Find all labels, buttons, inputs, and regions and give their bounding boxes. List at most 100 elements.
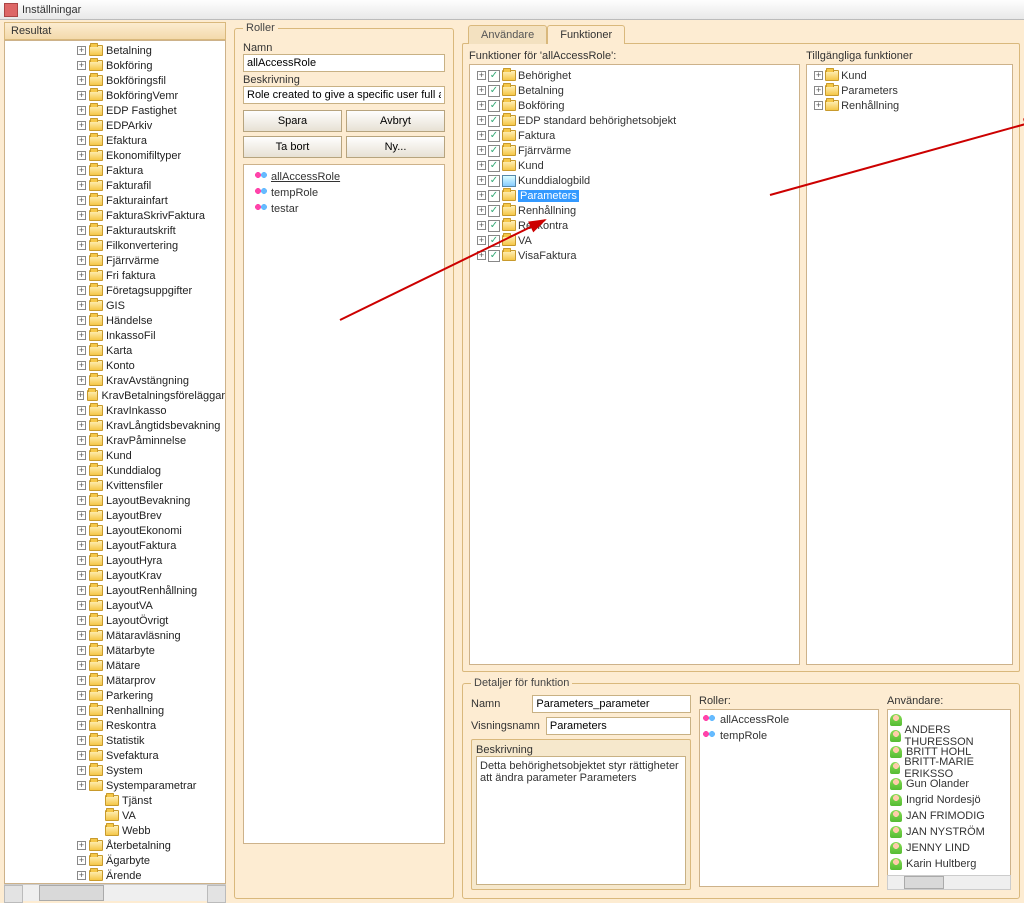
det-display-input[interactable] <box>546 717 691 735</box>
tree-row[interactable]: +Bokföringsfil <box>5 73 225 88</box>
expand-icon[interactable]: + <box>477 206 486 215</box>
tree-row[interactable]: +Fjärrvärme <box>5 253 225 268</box>
expand-icon[interactable]: + <box>77 196 86 205</box>
tree-row[interactable]: +Ekonomifiltyper <box>5 148 225 163</box>
tree-row[interactable]: +Händelse <box>5 313 225 328</box>
det-user-row[interactable]: Ingrid Nordesjö <box>890 792 1008 808</box>
checkbox-icon[interactable] <box>488 70 500 82</box>
expand-icon[interactable]: + <box>77 466 86 475</box>
tree-row[interactable]: +Betalning <box>5 43 225 58</box>
checkbox-icon[interactable] <box>488 175 500 187</box>
function-row[interactable]: +Reskontra <box>473 218 796 233</box>
expand-icon[interactable]: + <box>77 766 86 775</box>
resultat-tree[interactable]: +Betalning+Bokföring+Bokföringsfil+Bokfö… <box>4 40 226 884</box>
tree-row[interactable]: +Systemparametrar <box>5 778 225 793</box>
expand-icon[interactable]: + <box>77 391 84 400</box>
expand-icon[interactable]: + <box>477 236 486 245</box>
tree-row[interactable]: +LayoutFaktura <box>5 538 225 553</box>
expand-icon[interactable]: + <box>77 151 86 160</box>
function-row[interactable]: +Renhållning <box>473 203 796 218</box>
tree-row[interactable]: +KravLångtidsbevakning <box>5 418 225 433</box>
det-users-hscroll[interactable] <box>887 875 1011 890</box>
det-user-row[interactable]: Karin Hultberg <box>890 856 1008 872</box>
function-row[interactable]: +Bokföring <box>473 98 796 113</box>
tree-row[interactable]: +Webb <box>5 823 225 838</box>
expand-icon[interactable]: + <box>77 211 86 220</box>
expand-icon[interactable]: + <box>77 451 86 460</box>
function-row[interactable]: +VA <box>473 233 796 248</box>
expand-icon[interactable]: + <box>77 106 86 115</box>
expand-icon[interactable]: + <box>77 76 86 85</box>
tree-row[interactable]: +Mätaravläsning <box>5 628 225 643</box>
roles-tree[interactable]: allAccessRoletempRoletestar <box>243 164 445 844</box>
expand-icon[interactable]: + <box>77 256 86 265</box>
expand-icon[interactable]: + <box>77 691 86 700</box>
tree-row[interactable]: +FakturaSkrivFaktura <box>5 208 225 223</box>
resultat-hscroll[interactable] <box>4 884 226 901</box>
expand-icon[interactable]: + <box>477 191 486 200</box>
expand-icon[interactable]: + <box>77 721 86 730</box>
expand-icon[interactable]: + <box>77 241 86 250</box>
function-row[interactable]: +Faktura <box>473 128 796 143</box>
expand-icon[interactable]: + <box>77 286 86 295</box>
tree-row[interactable]: +Företagsuppgifter <box>5 283 225 298</box>
tree-row[interactable]: +LayoutHyra <box>5 553 225 568</box>
expand-icon[interactable]: + <box>77 61 86 70</box>
expand-icon[interactable]: + <box>477 221 486 230</box>
tree-row[interactable]: +EDPArkiv <box>5 118 225 133</box>
expand-icon[interactable]: + <box>77 406 86 415</box>
tree-row[interactable]: +Fakturafil <box>5 178 225 193</box>
expand-icon[interactable]: + <box>477 176 486 185</box>
expand-icon[interactable]: + <box>77 571 86 580</box>
role-row[interactable]: tempRole <box>248 185 440 201</box>
det-name-input[interactable] <box>532 695 691 713</box>
expand-icon[interactable]: + <box>77 226 86 235</box>
det-role-row[interactable]: tempRole <box>702 728 876 744</box>
tree-row[interactable]: +Karta <box>5 343 225 358</box>
expand-icon[interactable]: + <box>77 496 86 505</box>
tree-row[interactable]: +VA <box>5 808 225 823</box>
tree-row[interactable]: +Kunddialog <box>5 463 225 478</box>
tree-row[interactable]: +Kund <box>5 448 225 463</box>
cancel-button[interactable]: Avbryt <box>346 110 445 132</box>
tree-row[interactable]: +KravBetalningsföreläggar <box>5 388 225 403</box>
save-button[interactable]: Spara <box>243 110 342 132</box>
function-row[interactable]: +VisaFaktura <box>473 248 796 263</box>
det-users-list[interactable]: ANDERS THURESSONBRITT HOHLBRITT-MARIE ER… <box>887 709 1011 876</box>
name-input[interactable] <box>243 54 445 72</box>
tree-row[interactable]: +Filkonvertering <box>5 238 225 253</box>
function-row[interactable]: +EDP standard behörighetsobjekt <box>473 113 796 128</box>
tree-row[interactable]: +Mätarbyte <box>5 643 225 658</box>
expand-icon[interactable]: + <box>77 616 86 625</box>
tree-row[interactable]: +Svefaktura <box>5 748 225 763</box>
tree-row[interactable]: +GIS <box>5 298 225 313</box>
expand-icon[interactable]: + <box>77 46 86 55</box>
checkbox-icon[interactable] <box>488 130 500 142</box>
function-row[interactable]: +Kund <box>473 158 796 173</box>
expand-icon[interactable]: + <box>77 631 86 640</box>
tree-row[interactable]: +Kvittensfiler <box>5 478 225 493</box>
tree-row[interactable]: +Reskontra <box>5 718 225 733</box>
expand-icon[interactable]: + <box>77 421 86 430</box>
checkbox-icon[interactable] <box>488 115 500 127</box>
expand-icon[interactable]: + <box>77 871 86 880</box>
tree-row[interactable]: +LayoutBevakning <box>5 493 225 508</box>
available-tree[interactable]: +Kund+Parameters+Renhållning <box>806 64 1013 665</box>
expand-icon[interactable]: + <box>77 316 86 325</box>
expand-icon[interactable]: + <box>77 436 86 445</box>
tree-row[interactable]: +KravPåminnelse <box>5 433 225 448</box>
tree-row[interactable]: +Faktura <box>5 163 225 178</box>
tree-row[interactable]: +System <box>5 763 225 778</box>
tree-row[interactable]: +Mätare <box>5 658 225 673</box>
function-row[interactable]: +Betalning <box>473 83 796 98</box>
tree-row[interactable]: +Konto <box>5 358 225 373</box>
expand-icon[interactable]: + <box>77 856 86 865</box>
expand-icon[interactable]: + <box>477 146 486 155</box>
expand-icon[interactable]: + <box>77 601 86 610</box>
expand-icon[interactable]: + <box>77 586 86 595</box>
tree-row[interactable]: +InkassoFil <box>5 328 225 343</box>
tree-row[interactable]: +Bokföring <box>5 58 225 73</box>
expand-icon[interactable]: + <box>477 86 486 95</box>
expand-icon[interactable]: + <box>477 161 486 170</box>
new-button[interactable]: Ny... <box>346 136 445 158</box>
